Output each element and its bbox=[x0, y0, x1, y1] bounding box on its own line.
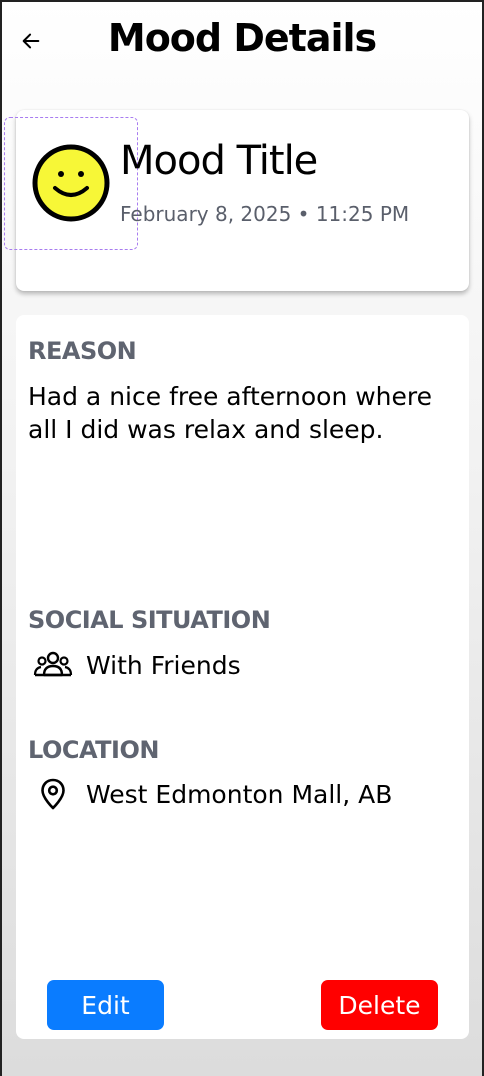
page-title: Mood Details bbox=[107, 16, 377, 60]
group-icon bbox=[33, 648, 73, 682]
social-situation-value: With Friends bbox=[86, 651, 241, 680]
delete-button[interactable]: Delete bbox=[321, 980, 438, 1030]
social-situation-label: SOCIAL SITUATION bbox=[28, 606, 271, 634]
app-header: Mood Details bbox=[2, 2, 482, 82]
mood-title: Mood Title bbox=[120, 138, 318, 184]
location-label: LOCATION bbox=[28, 736, 159, 764]
edit-button[interactable]: Edit bbox=[47, 980, 164, 1030]
location-value: West Edmonton Mall, AB bbox=[86, 780, 393, 809]
smiley-face-icon[interactable] bbox=[32, 144, 110, 222]
reason-label: REASON bbox=[28, 337, 137, 365]
mood-datetime: February 8, 2025 • 11:25 PM bbox=[120, 202, 410, 226]
map-pin-icon bbox=[33, 777, 73, 811]
reason-text: Had a nice free afternoon where all I di… bbox=[28, 382, 433, 444]
